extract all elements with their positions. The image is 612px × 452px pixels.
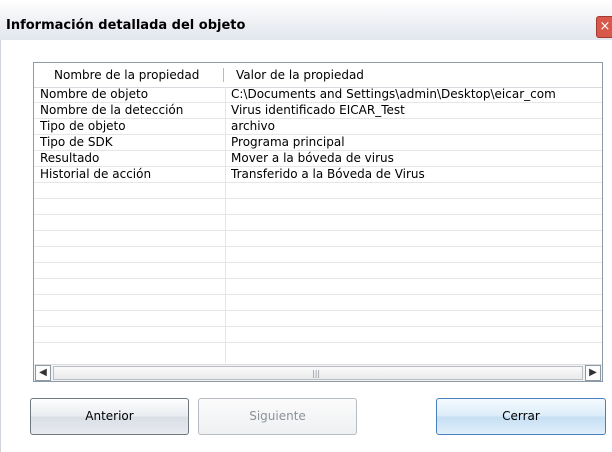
table-row[interactable]: [34, 279, 602, 295]
title-bar: Información detallada del objeto ×: [0, 0, 612, 40]
property-value-cell: Transferido a la Bóveda de Virus: [231, 167, 425, 181]
property-value-cell: [231, 215, 602, 230]
window-title: Información detallada del objeto: [6, 18, 246, 33]
horizontal-scrollbar[interactable]: ◀ ||| ▶: [34, 364, 602, 381]
table-row[interactable]: [34, 295, 602, 311]
table-row[interactable]: [34, 215, 602, 231]
property-name-cell: Tipo de objeto: [40, 119, 126, 133]
property-name-cell: [40, 199, 220, 214]
table-row[interactable]: [34, 231, 602, 247]
table-row[interactable]: [34, 247, 602, 263]
next-button[interactable]: Siguiente: [198, 398, 357, 435]
list-header: Nombre de la propiedad Valor de la propi…: [34, 63, 602, 88]
property-name-cell: Nombre de objeto: [40, 87, 149, 101]
close-icon: ×: [599, 19, 611, 34]
property-name-cell: [40, 327, 220, 342]
property-value-cell: archivo: [231, 119, 276, 133]
property-value-cell: [231, 263, 602, 278]
property-value-cell: [231, 231, 602, 246]
column-separator[interactable]: [223, 68, 224, 82]
property-name-cell: [40, 231, 220, 246]
scroll-left-button[interactable]: ◀: [35, 365, 51, 381]
previous-button[interactable]: Anterior: [30, 398, 189, 435]
table-row[interactable]: Tipo de objeto archivo: [34, 119, 602, 135]
table-row[interactable]: Historial de acción Transferido a la Bóve…: [34, 167, 602, 183]
table-row[interactable]: Resultado Mover a la bóveda de virus: [34, 151, 602, 167]
table-row[interactable]: Tipo de SDK Programa principal: [34, 135, 602, 151]
property-list[interactable]: Nombre de la propiedad Valor de la propi…: [33, 62, 603, 382]
property-name-cell: [40, 263, 220, 278]
property-value-cell: [231, 311, 602, 326]
property-value-cell: [231, 327, 602, 342]
property-value-cell: [231, 183, 602, 198]
scroll-right-button[interactable]: ▶: [585, 365, 601, 381]
table-row[interactable]: Nombre de objeto C:\Documents and Setting…: [34, 87, 602, 103]
property-name-cell: Historial de acción: [40, 167, 152, 181]
property-name-cell: [40, 215, 220, 230]
table-row[interactable]: Nombre de la detección Virus identificado…: [34, 103, 602, 119]
grip-icon: |||: [312, 369, 321, 378]
property-name-cell: [40, 295, 220, 310]
property-value-cell: [231, 295, 602, 310]
column-divider: [225, 87, 226, 363]
property-value-cell: [231, 199, 602, 214]
table-row[interactable]: [34, 183, 602, 199]
column-header-property-name[interactable]: Nombre de la propiedad: [54, 63, 199, 87]
property-value-cell: C:\Documents and Settings\admin\Desktop\…: [231, 87, 556, 101]
property-value-cell: Programa principal: [231, 135, 345, 149]
property-name-cell: [40, 183, 220, 198]
property-name-cell: Resultado: [40, 151, 100, 165]
property-name-cell: [40, 279, 220, 294]
property-name-cell: Tipo de SDK: [40, 135, 113, 149]
table-row[interactable]: [34, 199, 602, 215]
chevron-right-icon: ▶: [589, 367, 597, 378]
property-value-cell: Virus identificado EICAR_Test: [231, 103, 405, 117]
property-name-cell: Nombre de la detección: [40, 103, 184, 117]
close-window-button[interactable]: ×: [596, 16, 612, 38]
property-value-cell: Mover a la bóveda de virus: [231, 151, 394, 165]
table-row[interactable]: [34, 263, 602, 279]
table-row[interactable]: [34, 311, 602, 327]
chevron-left-icon: ◀: [39, 367, 47, 378]
property-name-cell: [40, 247, 220, 262]
property-value-cell: [231, 279, 602, 294]
property-name-cell: [40, 311, 220, 326]
table-row[interactable]: [34, 327, 602, 343]
close-button[interactable]: Cerrar: [436, 398, 606, 435]
column-header-property-value[interactable]: Valor de la propiedad: [236, 63, 364, 87]
property-value-cell: [231, 247, 602, 262]
scroll-thumb[interactable]: |||: [53, 366, 583, 380]
